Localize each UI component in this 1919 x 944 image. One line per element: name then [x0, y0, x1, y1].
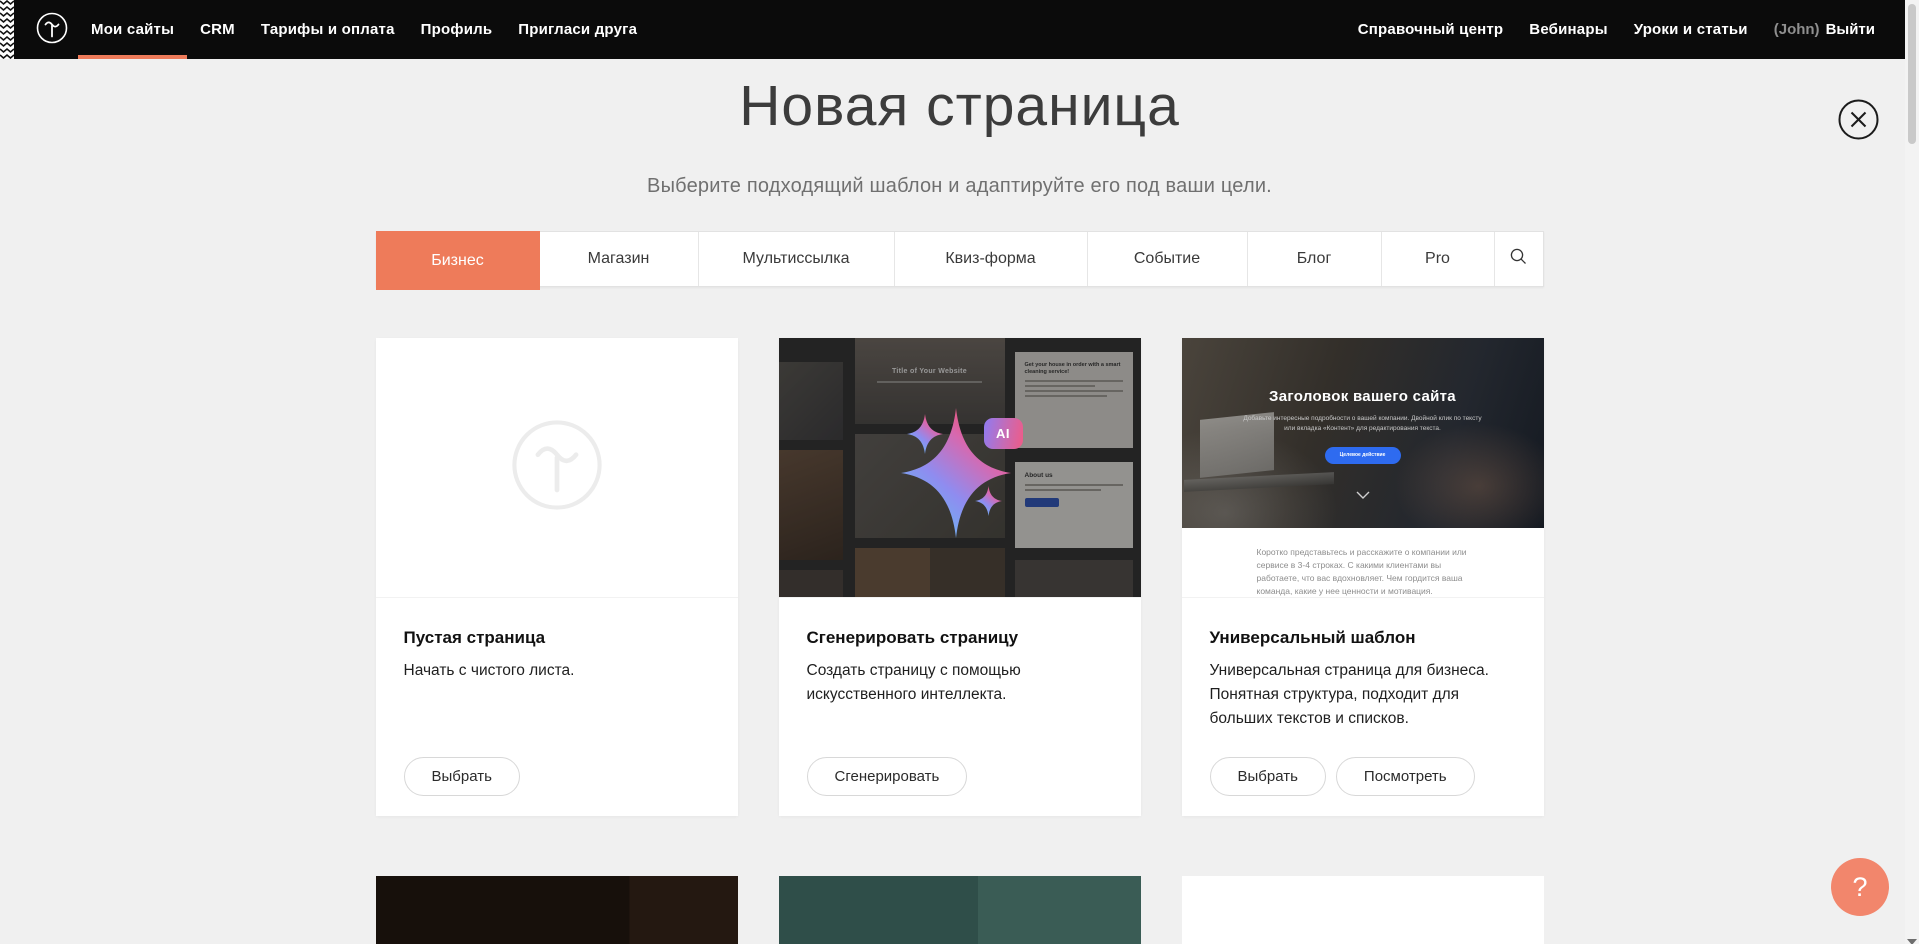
universal-template-preview[interactable]: Заголовок вашего сайта Добавьте интересн…	[1182, 338, 1544, 598]
card-universal-template: Заголовок вашего сайта Добавьте интересн…	[1182, 338, 1544, 816]
nav-item-profile[interactable]: Профиль	[408, 0, 506, 59]
template-card-row2[interactable]	[779, 876, 1141, 944]
card-actions: Выбрать	[404, 757, 520, 796]
nav-item-label: Справочный центр	[1358, 21, 1504, 38]
card-description: Создать страницу с помощью искусственног…	[807, 659, 1057, 707]
nav-item-my-sites[interactable]: Мои сайты	[78, 0, 187, 59]
topbar-right-nav: Справочный центр Вебинары Уроки и статьи…	[1345, 0, 1875, 59]
nav-item-label: Пригласи друга	[518, 21, 637, 38]
nav-item-label: CRM	[200, 21, 235, 38]
nav-item-lessons[interactable]: Уроки и статьи	[1621, 21, 1761, 38]
blank-page-preview[interactable]	[376, 338, 738, 598]
ai-badge: AI	[984, 418, 1023, 449]
page-subtitle: Выберите подходящий шаблон и адаптируйте…	[376, 175, 1544, 198]
help-button[interactable]: ?	[1831, 858, 1889, 916]
template-body-text: Коротко представьтесь и расскажите о ком…	[1257, 546, 1469, 597]
zigzag-pattern-icon	[0, 0, 14, 59]
nav-item-help-center[interactable]: Справочный центр	[1345, 21, 1517, 38]
nav-item-pricing[interactable]: Тарифы и оплата	[248, 0, 408, 59]
tab-shop[interactable]: Магазин	[540, 232, 699, 286]
logout-link[interactable]: Выйти	[1826, 21, 1875, 38]
tab-business[interactable]: Бизнес	[376, 231, 540, 290]
card-blank-page: Пустая страница Начать с чистого листа. …	[376, 338, 738, 816]
card-description: Универсальная страница для бизнеса. Поня…	[1210, 659, 1510, 731]
nav-item-label: Профиль	[421, 21, 493, 38]
search-tab[interactable]	[1495, 232, 1543, 286]
view-button[interactable]: Посмотреть	[1336, 757, 1475, 796]
close-icon	[1838, 128, 1879, 143]
topbar: Мои сайты CRM Тарифы и оплата Профиль Пр…	[0, 0, 1919, 59]
template-card-row2[interactable]	[1182, 876, 1544, 944]
template-card-row2[interactable]	[376, 876, 738, 944]
nav-item-label: Мои сайты	[91, 21, 174, 38]
template-preview	[376, 876, 738, 944]
active-tab-underline	[78, 55, 187, 59]
nav-item-label: Уроки и статьи	[1634, 21, 1748, 38]
generate-button[interactable]: Сгенерировать	[807, 757, 968, 796]
scrollbar[interactable]	[1905, 0, 1919, 944]
card-body: Сгенерировать страницу Создать страницу …	[779, 598, 1141, 707]
card-actions: Выбрать Посмотреть	[1210, 757, 1475, 796]
template-preview	[779, 876, 1141, 944]
sparkle-icon-small-top	[907, 414, 943, 454]
card-title: Универсальный шаблон	[1210, 628, 1516, 648]
hero-cta-button: Целевое действие	[1325, 447, 1401, 464]
tilda-logo[interactable]	[36, 14, 68, 46]
card-title: Пустая страница	[404, 628, 710, 648]
tab-pro[interactable]: Pro	[1382, 232, 1495, 286]
tilda-logo-icon	[36, 12, 68, 47]
page-title: Новая страница	[376, 78, 1544, 135]
template-cards-grid: Пустая страница Начать с чистого листа. …	[376, 338, 1544, 944]
tilda-new-page-screen: Мои сайты CRM Тарифы и оплата Профиль Пр…	[0, 0, 1919, 944]
nav-item-invite-friend[interactable]: Пригласи друга	[505, 0, 650, 59]
template-category-tabs: Бизнес Магазин Мультиссылка Квиз-форма С…	[376, 231, 1544, 287]
nav-item-crm[interactable]: CRM	[187, 0, 248, 59]
tab-event[interactable]: Событие	[1088, 232, 1248, 286]
search-icon	[1510, 248, 1527, 270]
main-content: Новая страница Выберите подходящий шабло…	[376, 78, 1544, 944]
template-hero: Заголовок вашего сайта Добавьте интересн…	[1182, 338, 1544, 528]
nav-item-label: Вебинары	[1529, 21, 1607, 38]
tab-blog[interactable]: Блог	[1248, 232, 1382, 286]
topbar-left-nav: Мои сайты CRM Тарифы и оплата Профиль Пр…	[78, 0, 650, 59]
nav-item-webinars[interactable]: Вебинары	[1516, 21, 1620, 38]
scrollbar-down-arrow-icon[interactable]	[1907, 933, 1917, 941]
chevron-down-icon	[1356, 486, 1370, 504]
card-body: Пустая страница Начать с чистого листа.	[376, 598, 738, 683]
user-name: (John)	[1774, 21, 1820, 38]
ai-generate-preview[interactable]: Title of Your Website Get your house in …	[779, 338, 1141, 598]
question-icon: ?	[1852, 872, 1867, 902]
card-body: Универсальный шаблон Универсальная стран…	[1182, 598, 1544, 731]
select-button[interactable]: Выбрать	[1210, 757, 1326, 796]
tab-multilink[interactable]: Мультиссылка	[699, 232, 895, 286]
tilda-watermark-icon	[510, 418, 604, 517]
card-ai-generate: Title of Your Website Get your house in …	[779, 338, 1141, 816]
scrollbar-thumb[interactable]	[1908, 4, 1916, 144]
select-button[interactable]: Выбрать	[404, 757, 520, 796]
hero-inner: Заголовок вашего сайта Добавьте интересн…	[1182, 338, 1544, 504]
card-actions: Сгенерировать	[807, 757, 968, 796]
nav-item-label: Тарифы и оплата	[261, 21, 395, 38]
hero-title: Заголовок вашего сайта	[1182, 338, 1544, 405]
close-button[interactable]	[1838, 99, 1879, 140]
card-title: Сгенерировать страницу	[807, 628, 1113, 648]
template-body-section: Коротко представьтесь и расскажите о ком…	[1182, 528, 1544, 597]
hero-subtitle: Добавьте интересные подробности о вашей …	[1243, 414, 1483, 435]
user-chunk: (John) Выйти	[1761, 21, 1875, 38]
sparkle-icon-small-bottom	[975, 486, 1002, 516]
tab-quiz-form[interactable]: Квиз-форма	[895, 232, 1088, 286]
card-description: Начать с чистого листа.	[404, 659, 704, 683]
template-preview	[1182, 876, 1544, 944]
